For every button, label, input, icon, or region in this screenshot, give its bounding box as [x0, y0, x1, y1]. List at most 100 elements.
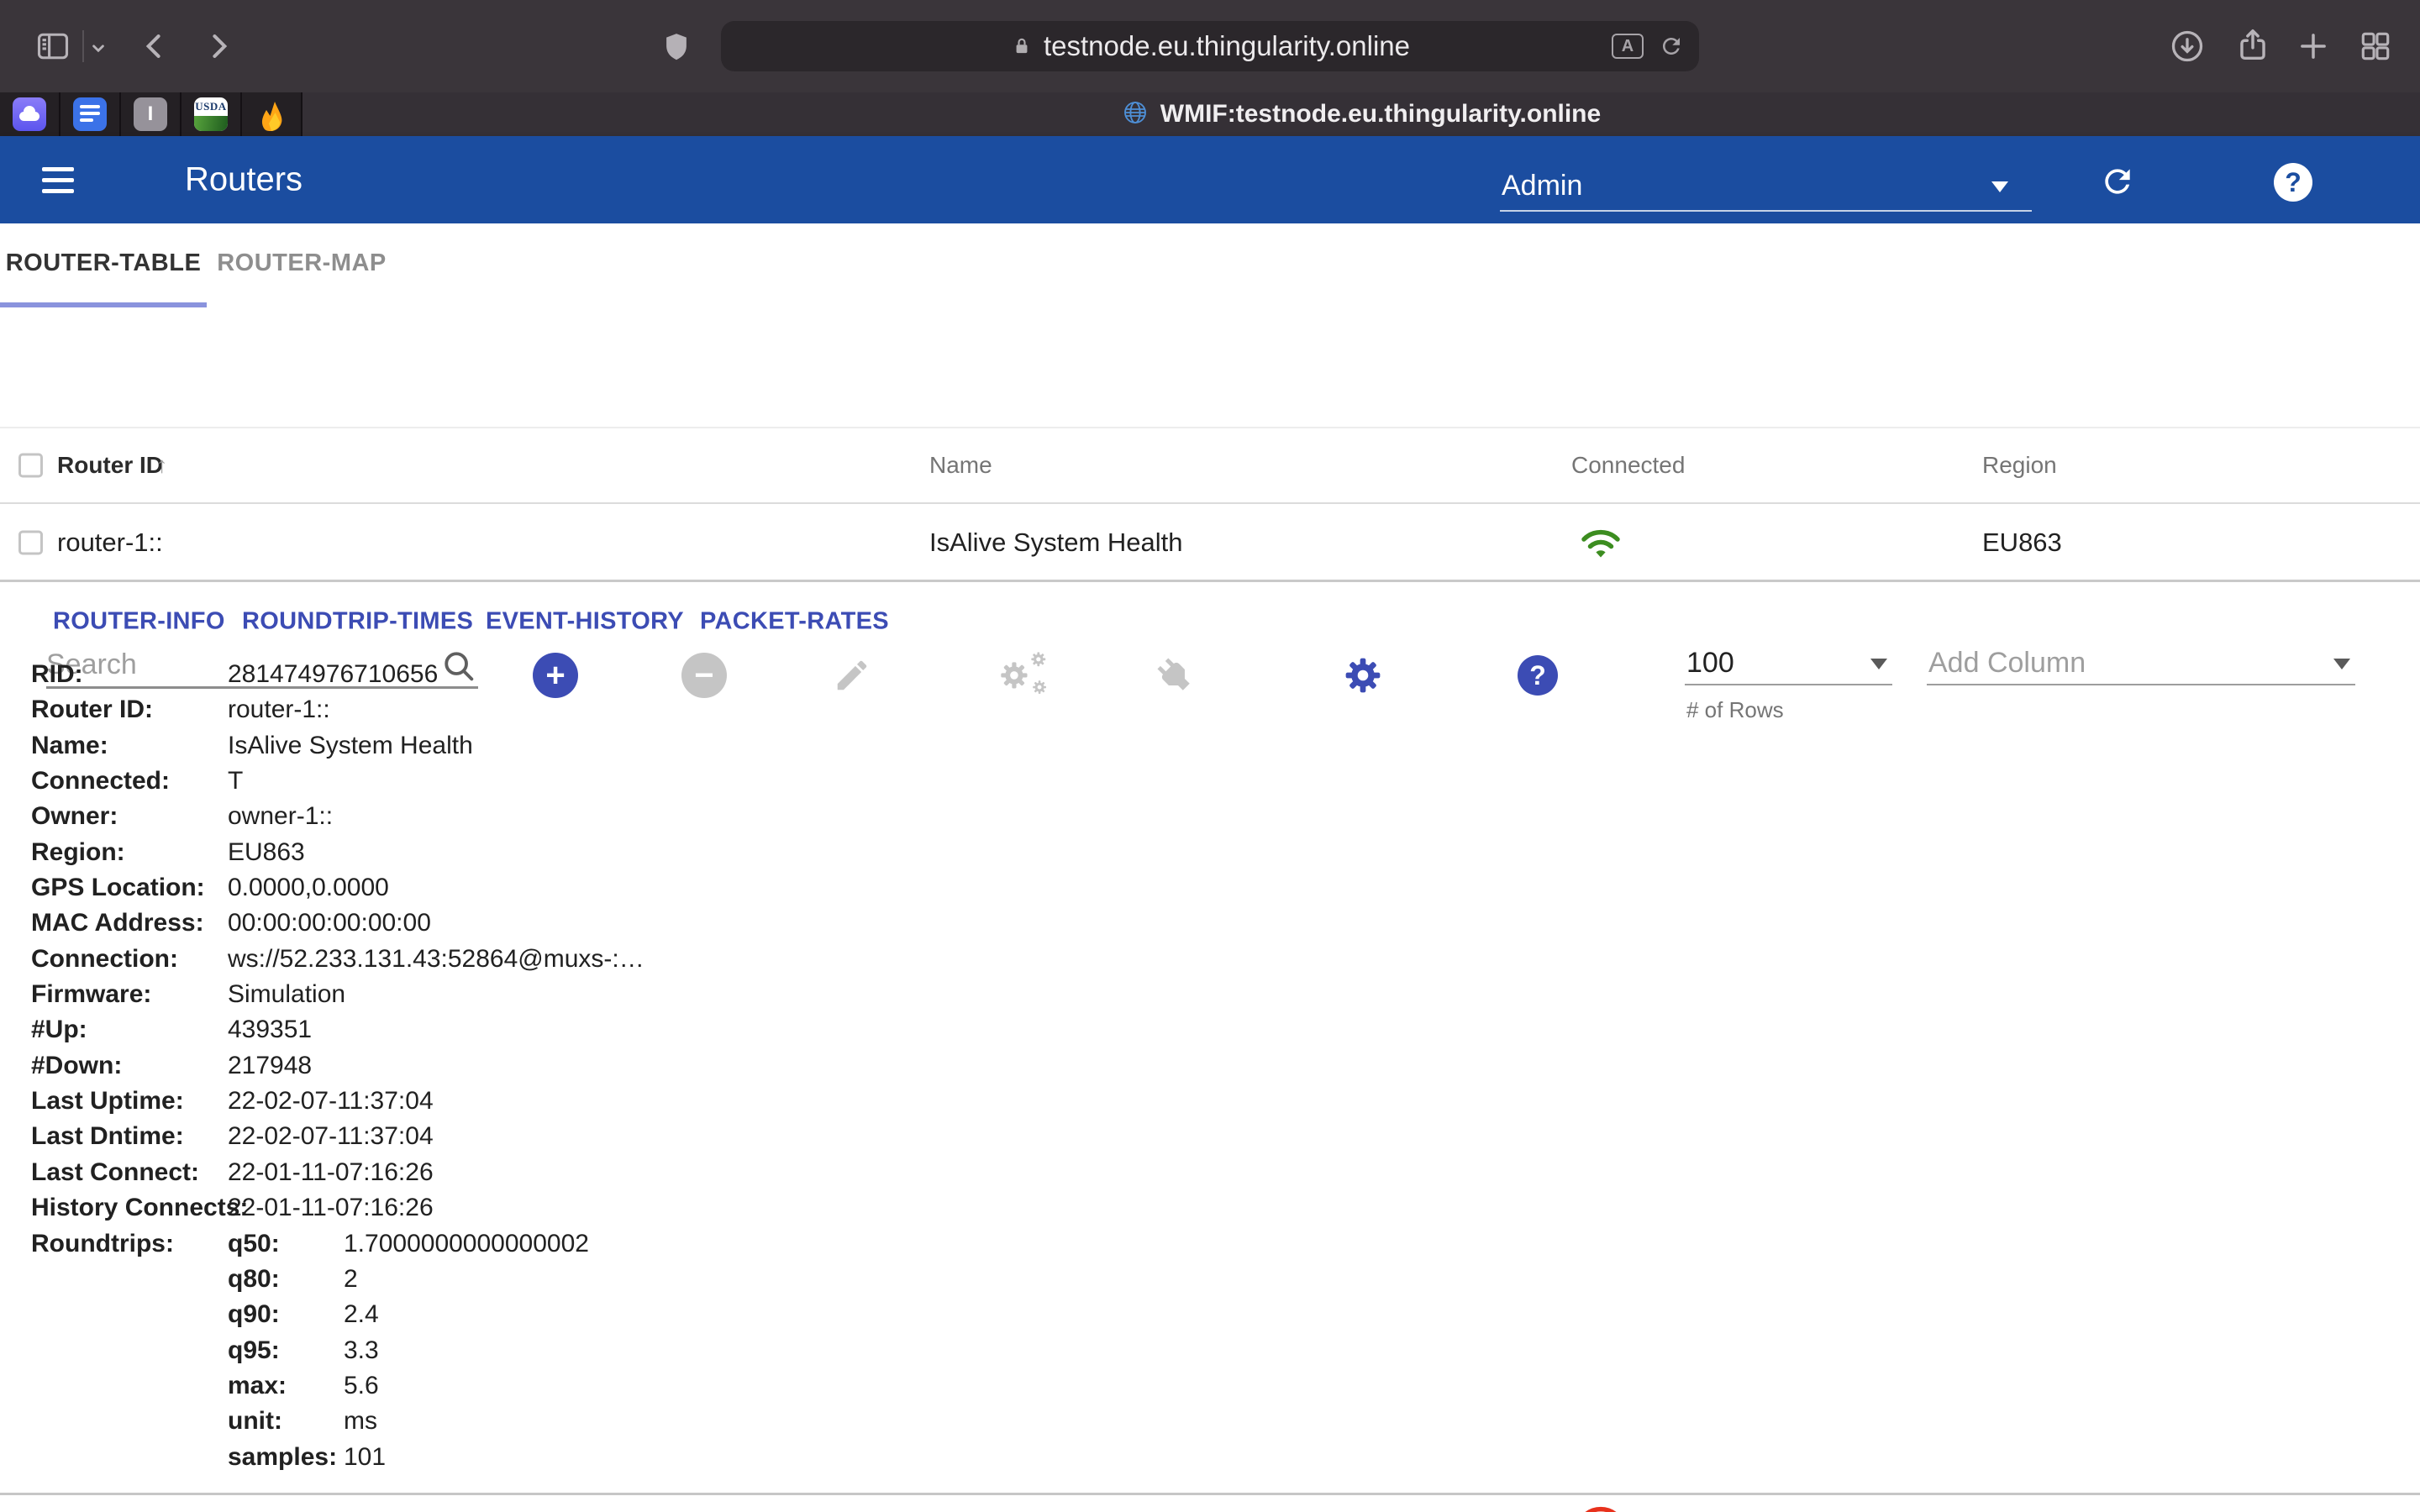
dropdown-caret-icon	[1991, 181, 2008, 192]
roundtrip-label: q95:	[228, 1336, 344, 1365]
new-tab-icon[interactable]	[2296, 29, 2331, 64]
detail-field-row: Name: IsAlive System Health	[0, 728, 1681, 764]
translate-icon[interactable]: A	[1612, 34, 1644, 59]
user-dropdown[interactable]: Admin	[1500, 163, 2032, 212]
field-value: 439351	[228, 1012, 312, 1047]
field-label: Connected:	[0, 764, 228, 799]
tab-overview-icon[interactable]	[2358, 29, 2393, 64]
field-value: ws://52.233.131.43:52864@muxs-:…	[228, 942, 644, 977]
field-value: 22-02-07-11:37:04	[228, 1084, 434, 1119]
roundtrip-value: ms	[344, 1407, 377, 1436]
downloads-icon[interactable]	[2169, 28, 2206, 65]
add-column-caret-icon	[2333, 659, 2350, 669]
detail-field-row: History Connects: 22-01-11-07:16:26	[0, 1190, 1681, 1226]
tab-packet-rates[interactable]: PACKET-RATES	[700, 608, 889, 636]
field-value: Simulation	[228, 977, 345, 1012]
field-value: owner-1::	[228, 799, 333, 834]
roundtrip-row: max: 5.6	[228, 1368, 589, 1404]
roundtrip-label: q90:	[228, 1300, 344, 1329]
safari-window: testnode.eu.thingularity.online A	[0, 0, 2420, 1512]
tab-router-map[interactable]: ROUTER-MAP	[207, 223, 397, 302]
detail-fields-list: Name: IsAlive System Health Connected: T…	[0, 728, 1681, 1226]
wifi-disconnected-icon	[1581, 1503, 1621, 1512]
detail-field-row: Last Connect: 22-01-11-07:16:26	[0, 1155, 1681, 1190]
tab-event-history[interactable]: EVENT-HISTORY	[486, 608, 684, 636]
menu-icon[interactable]	[42, 167, 74, 200]
pinned-tab-icloud[interactable]	[0, 92, 60, 136]
roundtrip-value: 1.7000000000000002	[344, 1230, 589, 1258]
active-tab[interactable]: WMIF:testnode.eu.thingularity.online	[302, 92, 2420, 136]
router-id-link[interactable]: router-1::	[57, 528, 163, 558]
field-value: IsAlive System Health	[228, 728, 473, 764]
field-value: 22-01-11-07:16:26	[228, 1155, 434, 1190]
tab-strip: I USDA WMIF:testnode.eu.thingulari	[0, 92, 2420, 136]
roundtrip-row: q95: 3.3	[228, 1333, 589, 1368]
help-icon[interactable]: ?	[2274, 163, 2312, 202]
detail-field-row: MAC Address: 00:00:00:00:00:00	[0, 906, 1681, 941]
column-connected[interactable]: Connected	[1571, 452, 1685, 479]
field-value: T	[228, 764, 243, 799]
letter-i-icon: I	[134, 97, 167, 131]
rid-link[interactable]: 281474976710656	[228, 657, 438, 692]
roundtrip-row: q80: 2	[228, 1262, 589, 1297]
router-id-link[interactable]: router-1::	[228, 692, 330, 727]
sidebar-toggle-icon[interactable]	[34, 28, 72, 65]
refresh-icon[interactable]	[2099, 163, 2136, 204]
field-value: 217948	[228, 1048, 312, 1084]
detail-field-row: Router ID: router-1::	[0, 692, 1681, 727]
field-label: Owner:	[0, 799, 228, 834]
select-all-checkbox[interactable]	[18, 454, 43, 478]
globe-icon	[1122, 99, 1149, 130]
tab-title: WMIF:testnode.eu.thingularity.online	[1160, 100, 1601, 129]
roundtrip-label: max:	[228, 1372, 344, 1400]
field-value: 22-01-11-07:16:26	[228, 1190, 434, 1226]
chevron-down-icon[interactable]	[87, 37, 109, 59]
column-router-id[interactable]: Router ID	[57, 452, 163, 479]
field-label: Last Uptime:	[0, 1084, 228, 1119]
detail-field-row: Owner: owner-1::	[0, 799, 1681, 834]
tab-router-table[interactable]: ROUTER-TABLE	[0, 223, 207, 302]
table-row[interactable]: router-1:: IsAlive System Health EU863	[0, 506, 2420, 582]
field-label: Connection:	[0, 942, 228, 977]
rows-caption: # of Rows	[1686, 697, 1784, 723]
tab-router-info[interactable]: ROUTER-INFO	[53, 608, 225, 636]
sort-arrow-icon[interactable]: ↑	[156, 453, 168, 479]
shield-icon[interactable]	[660, 30, 692, 64]
forward-icon[interactable]	[200, 28, 237, 65]
roundtrip-value: 2.4	[344, 1300, 379, 1329]
roundtrip-label: q50:	[228, 1230, 344, 1258]
roundtrip-value: 2	[344, 1265, 358, 1294]
detail-tab-bar: ROUTER-INFO ROUNDTRIP-TIMES EVENT-HISTOR…	[0, 588, 2420, 655]
field-label: Name:	[0, 728, 228, 764]
roundtrip-value: 101	[344, 1443, 386, 1472]
roundtrip-value: 3.3	[344, 1336, 379, 1365]
reload-icon[interactable]	[1659, 34, 1684, 59]
detail-field-row: Last Uptime: 22-02-07-11:37:04	[0, 1084, 1681, 1119]
field-value: 00:00:00:00:00:00	[228, 906, 431, 941]
pinned-tab-info[interactable]: I	[121, 92, 182, 136]
field-label: GPS Location:	[0, 870, 228, 906]
roundtrip-row: samples: 101	[228, 1440, 589, 1475]
back-icon[interactable]	[136, 28, 173, 65]
column-region[interactable]: Region	[1982, 452, 2057, 479]
pinned-tab-docs[interactable]	[60, 92, 121, 136]
url-text: testnode.eu.thingularity.online	[1044, 30, 1410, 62]
toolbar-divider	[82, 30, 84, 62]
field-label: RID:	[0, 657, 228, 692]
field-value: EU863	[228, 835, 305, 870]
field-label: MAC Address:	[0, 906, 228, 941]
pinned-tab-usda[interactable]: USDA	[182, 92, 242, 136]
field-label: History Connects:	[0, 1190, 228, 1226]
share-icon[interactable]	[2233, 26, 2272, 65]
field-label: Router ID:	[0, 692, 228, 727]
flame-icon	[255, 97, 288, 131]
tab-roundtrip-times[interactable]: ROUNDTRIP-TIMES	[242, 608, 473, 636]
row-checkbox[interactable]	[18, 531, 43, 555]
user-dropdown-value: Admin	[1502, 170, 1582, 202]
address-bar[interactable]: testnode.eu.thingularity.online A	[721, 21, 1699, 71]
main-tab-bar: ROUTER-TABLE ROUTER-MAP	[0, 223, 2420, 307]
column-name[interactable]: Name	[929, 452, 992, 479]
field-value: 22-02-07-11:37:04	[228, 1119, 434, 1154]
pinned-tab-firebase[interactable]	[242, 92, 302, 136]
app-header: Routers Admin ?	[0, 136, 2420, 223]
